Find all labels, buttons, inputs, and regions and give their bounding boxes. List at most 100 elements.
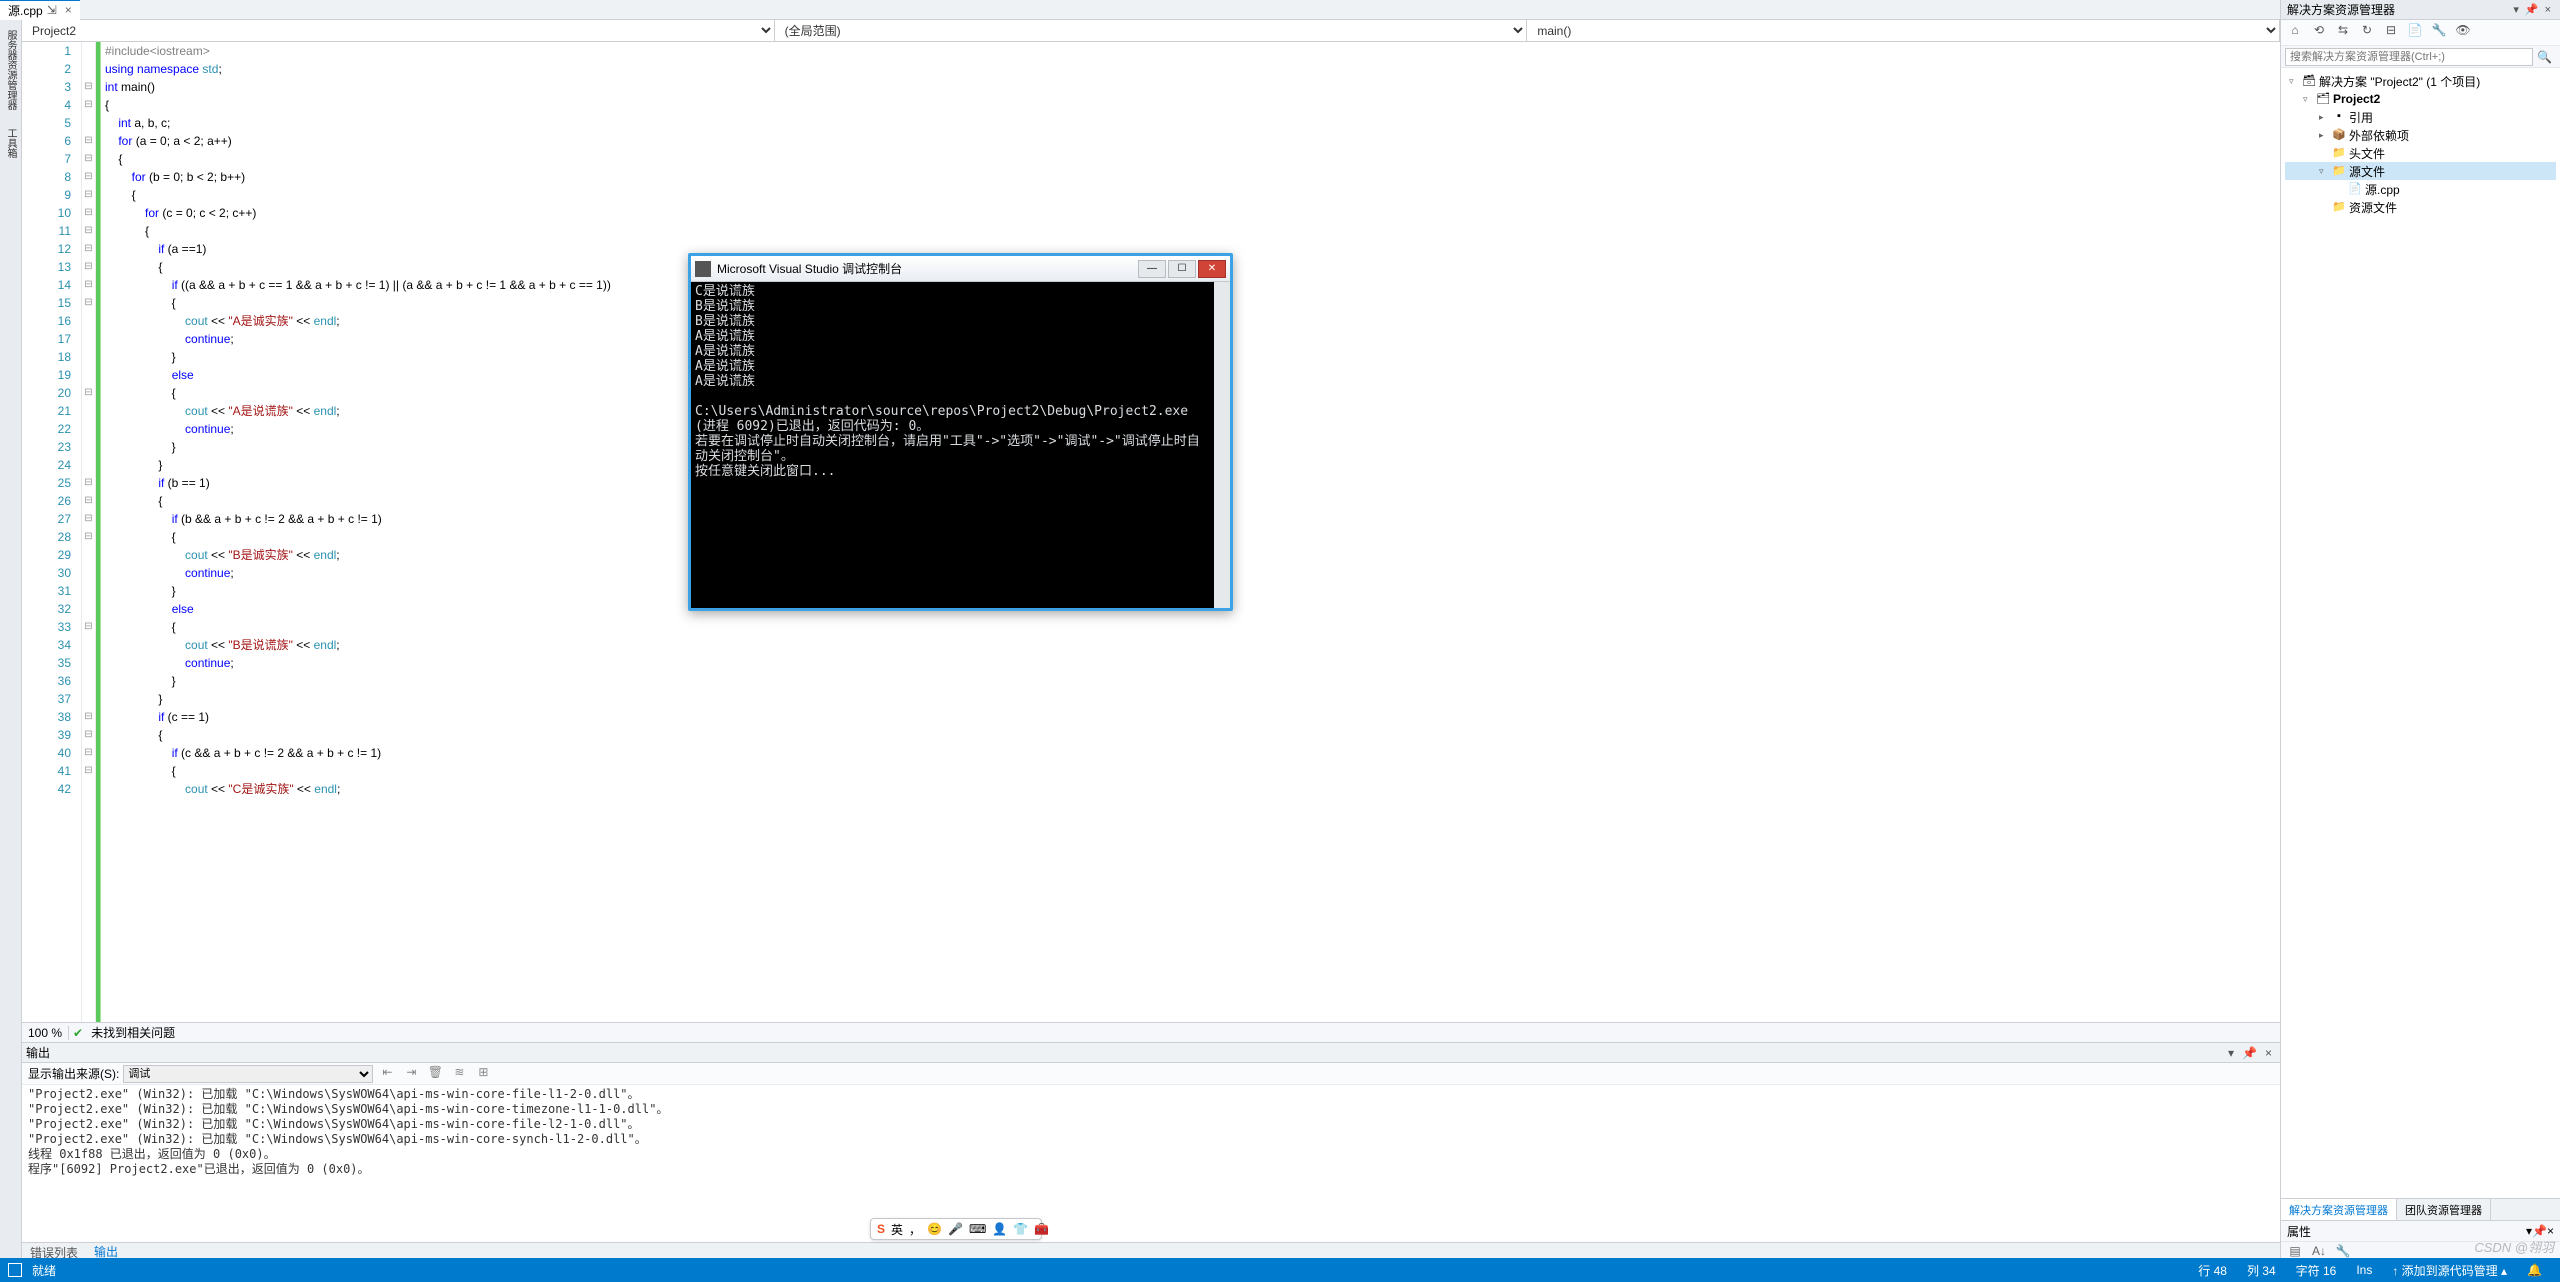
toolbox-tab[interactable]: 工具箱 bbox=[1, 122, 20, 164]
expander-icon[interactable]: ▿ bbox=[2289, 76, 2301, 87]
expander-icon[interactable]: ▿ bbox=[2303, 94, 2315, 105]
se-preview-icon[interactable]: 👁 bbox=[2453, 23, 2473, 43]
editor-tab-bar: 源.cpp ⇲ × bbox=[0, 0, 2560, 20]
tree-resources[interactable]: 📁 资源文件 bbox=[2285, 198, 2556, 216]
se-back-icon[interactable]: ⟲ bbox=[2309, 23, 2329, 43]
watermark-text: CSDN @翎羽 bbox=[2474, 1237, 2554, 1256]
panel-close-icon[interactable]: × bbox=[2261, 1046, 2276, 1060]
ime-user-icon[interactable]: 👤 bbox=[992, 1222, 1007, 1236]
btn-toggle-icon[interactable]: ⊞ bbox=[473, 1065, 493, 1083]
tree-references[interactable]: ▸ ▪ 引用 bbox=[2285, 108, 2556, 126]
debug-console-window[interactable]: Microsoft Visual Studio 调试控制台 — ☐ ✕ C是说谎… bbox=[688, 253, 1233, 611]
editor-status-bar: 100 % ✔ 未找到相关问题 bbox=[22, 1022, 2280, 1042]
project-icon: 🗂 bbox=[2315, 92, 2331, 106]
line-number-gutter: 1234567891011121314151617181920212223242… bbox=[22, 42, 82, 1022]
btn-clear-icon[interactable]: 🗑 bbox=[425, 1065, 445, 1083]
solution-explorer-title: 解决方案资源管理器 bbox=[2287, 1, 2395, 18]
output-panel: 输出 ▾ 📌 × 显示输出来源(S): 调试 ⇤ ⇥ 🗑 ≋ ⊞ "Projec… bbox=[22, 1042, 2280, 1242]
panel-dropdown-icon[interactable]: ▾ bbox=[2224, 1046, 2238, 1060]
panel-pin-icon[interactable]: 📌 bbox=[2238, 1046, 2261, 1060]
props-pin-icon[interactable]: 📌 bbox=[2532, 1224, 2547, 1238]
ime-skin-icon[interactable]: 👕 bbox=[1013, 1222, 1028, 1236]
tree-sources[interactable]: ▿ 📁 源文件 bbox=[2285, 162, 2556, 180]
folder-icon: 📁 bbox=[2331, 164, 2347, 178]
ime-keyboard-icon[interactable]: ⌨ bbox=[969, 1222, 986, 1236]
properties-title: 属性 bbox=[2287, 1223, 2311, 1240]
expander-icon[interactable]: ▸ bbox=[2319, 112, 2331, 123]
breadcrumb-project[interactable]: Project2 bbox=[22, 20, 775, 41]
expander-icon[interactable]: ▸ bbox=[2319, 130, 2331, 141]
se-close-icon[interactable]: × bbox=[2542, 4, 2554, 16]
status-add-source-control[interactable]: ↑ 添加到源代码管理 ▴ bbox=[2382, 1262, 2517, 1279]
se-properties-icon[interactable]: 🔧 bbox=[2429, 23, 2449, 43]
solution-toolbar: ⌂ ⟲ ⇆ ↻ ⊟ 📄 🔧 👁 bbox=[2281, 20, 2560, 46]
left-tool-rail: 服务器资源管理器 工具箱 bbox=[0, 20, 22, 1262]
solution-explorer-title-bar: 解决方案资源管理器 ▾ 📌 × bbox=[2281, 0, 2560, 20]
solution-tree[interactable]: ▿ 🗃 解决方案 "Project2" (1 个项目) ▿ 🗂 Project2… bbox=[2281, 68, 2560, 1198]
console-text[interactable]: C是说谎族 B是说谎族 B是说谎族 A是说谎族 A是说谎族 A是说谎族 A是说谎… bbox=[691, 282, 1214, 608]
editor-workspace: Project2 (全局范围) main() 12345678910111213… bbox=[22, 20, 2280, 1262]
tree-project[interactable]: ▿ 🗂 Project2 bbox=[2285, 90, 2556, 108]
tab-solution-explorer[interactable]: 解决方案资源管理器 bbox=[2281, 1199, 2397, 1220]
check-icon: ✔ bbox=[73, 1026, 83, 1040]
console-max-button[interactable]: ☐ bbox=[1168, 260, 1196, 278]
ime-mic-icon[interactable]: 🎤 bbox=[948, 1222, 963, 1236]
se-sync-icon[interactable]: ⇆ bbox=[2333, 23, 2353, 43]
output-source-select[interactable]: 调试 bbox=[123, 1065, 373, 1083]
se-collapse-icon[interactable]: ⊟ bbox=[2381, 23, 2401, 43]
status-ins: Ins bbox=[2346, 1263, 2382, 1277]
tab-close-button[interactable]: × bbox=[65, 3, 72, 17]
sb-box-icon bbox=[8, 1263, 22, 1277]
output-toolbar: 显示输出来源(S): 调试 ⇤ ⇥ 🗑 ≋ ⊞ bbox=[22, 1063, 2280, 1085]
search-icon[interactable]: 🔍 bbox=[2533, 50, 2556, 64]
console-titlebar[interactable]: Microsoft Visual Studio 调试控制台 — ☐ ✕ bbox=[691, 256, 1230, 282]
tree-solution-root[interactable]: ▿ 🗃 解决方案 "Project2" (1 个项目) bbox=[2285, 72, 2556, 90]
se-showall-icon[interactable]: 📄 bbox=[2405, 23, 2425, 43]
console-close-button[interactable]: ✕ bbox=[1198, 260, 1226, 278]
folder-icon: 📁 bbox=[2331, 200, 2347, 214]
ime-punct-icon[interactable]: ， bbox=[909, 1221, 921, 1238]
se-home-icon[interactable]: ⌂ bbox=[2285, 23, 2305, 43]
btn-next-icon[interactable]: ⇥ bbox=[401, 1065, 421, 1083]
btn-wrap-icon[interactable]: ≋ bbox=[449, 1065, 469, 1083]
tree-headers[interactable]: 📁 头文件 bbox=[2285, 144, 2556, 162]
right-panel-tabs: 解决方案资源管理器 团队资源管理器 bbox=[2281, 1198, 2560, 1220]
console-app-icon bbox=[695, 261, 711, 277]
references-icon: ▪ bbox=[2331, 110, 2347, 124]
btn-prev-icon[interactable]: ⇤ bbox=[377, 1065, 397, 1083]
breadcrumb-scope[interactable]: (全局范围) bbox=[775, 20, 1528, 41]
output-title: 输出 bbox=[26, 1044, 50, 1061]
zoom-level[interactable]: 100 % bbox=[22, 1026, 69, 1040]
ime-lang-label[interactable]: 英 bbox=[891, 1221, 903, 1238]
folder-icon: 📁 bbox=[2331, 146, 2347, 160]
se-refresh-icon[interactable]: ↻ bbox=[2357, 23, 2377, 43]
ime-toolbar[interactable]: S 英 ， 😊 🎤 ⌨ 👤 👕 🧰 bbox=[870, 1218, 1042, 1240]
solution-search-input[interactable] bbox=[2285, 48, 2533, 66]
ime-tool-icon[interactable]: 🧰 bbox=[1034, 1222, 1049, 1236]
se-pin-icon[interactable]: 📌 bbox=[2522, 3, 2542, 16]
expander-icon[interactable]: ▿ bbox=[2319, 166, 2331, 177]
tab-pin-icon[interactable]: ⇲ bbox=[47, 3, 57, 17]
tab-source-cpp[interactable]: 源.cpp ⇲ × bbox=[0, 0, 80, 20]
solution-explorer-panel: 解决方案资源管理器 ▾ 📌 × ⌂ ⟲ ⇆ ↻ ⊟ 📄 🔧 👁 🔍 ▿ 🗃 解决… bbox=[2280, 0, 2560, 1262]
tree-source-file[interactable]: 📄 源.cpp bbox=[2285, 180, 2556, 198]
console-title: Microsoft Visual Studio 调试控制台 bbox=[717, 260, 1136, 277]
output-text[interactable]: "Project2.exe" (Win32): 已加载 "C:\Windows\… bbox=[22, 1085, 2280, 1242]
console-scrollbar[interactable] bbox=[1214, 282, 1230, 608]
extdeps-icon: 📦 bbox=[2331, 128, 2347, 142]
tab-label: 源.cpp bbox=[8, 2, 43, 19]
server-explorer-tab[interactable]: 服务器资源管理器 bbox=[1, 24, 20, 116]
status-char: 字符 16 bbox=[2286, 1262, 2347, 1279]
tab-team-explorer[interactable]: 团队资源管理器 bbox=[2397, 1199, 2491, 1220]
breadcrumb-member[interactable]: main() bbox=[1527, 20, 2280, 41]
ime-logo-icon: S bbox=[877, 1222, 885, 1236]
status-notification-icon[interactable]: 🔔 bbox=[2517, 1263, 2552, 1277]
fold-column[interactable]: ⊟⊟⊟⊟⊟⊟⊟⊟⊟⊟⊟⊟⊟⊟⊟⊟⊟⊟⊟⊟⊟⊟ bbox=[82, 42, 96, 1022]
props-close-icon[interactable]: × bbox=[2547, 1224, 2554, 1238]
status-col: 列 34 bbox=[2237, 1262, 2286, 1279]
se-dropdown-icon[interactable]: ▾ bbox=[2510, 3, 2522, 16]
ime-emoji-icon[interactable]: 😊 bbox=[927, 1222, 942, 1236]
console-min-button[interactable]: — bbox=[1138, 260, 1166, 278]
tree-external-deps[interactable]: ▸ 📦 外部依赖项 bbox=[2285, 126, 2556, 144]
output-title-bar: 输出 ▾ 📌 × bbox=[22, 1043, 2280, 1063]
